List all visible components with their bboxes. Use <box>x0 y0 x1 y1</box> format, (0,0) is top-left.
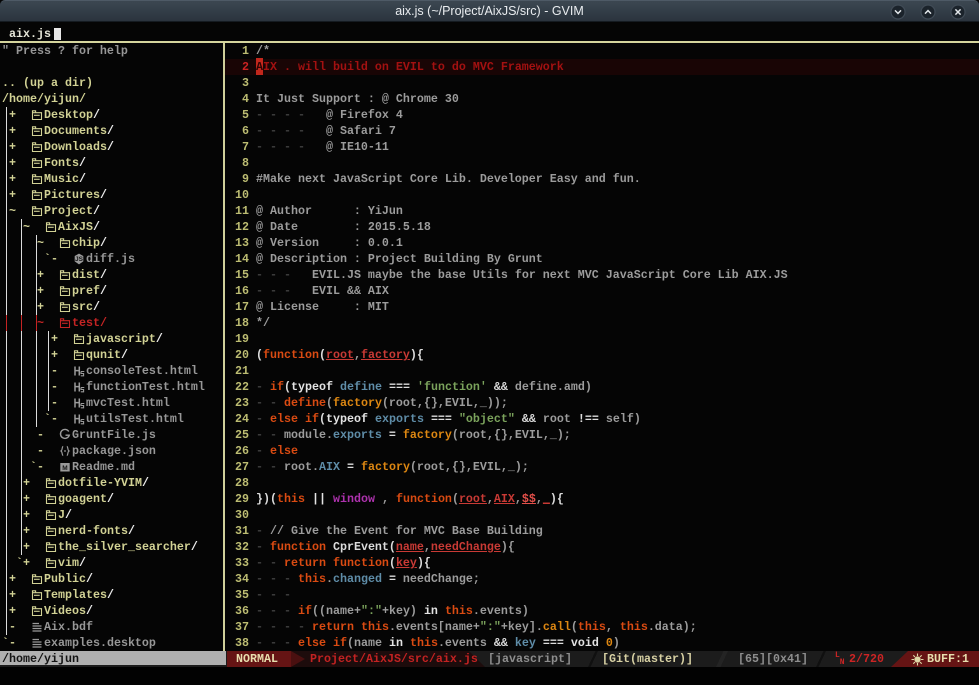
svg-text:JS: JS <box>75 256 84 263</box>
svg-text:M: M <box>62 465 67 472</box>
